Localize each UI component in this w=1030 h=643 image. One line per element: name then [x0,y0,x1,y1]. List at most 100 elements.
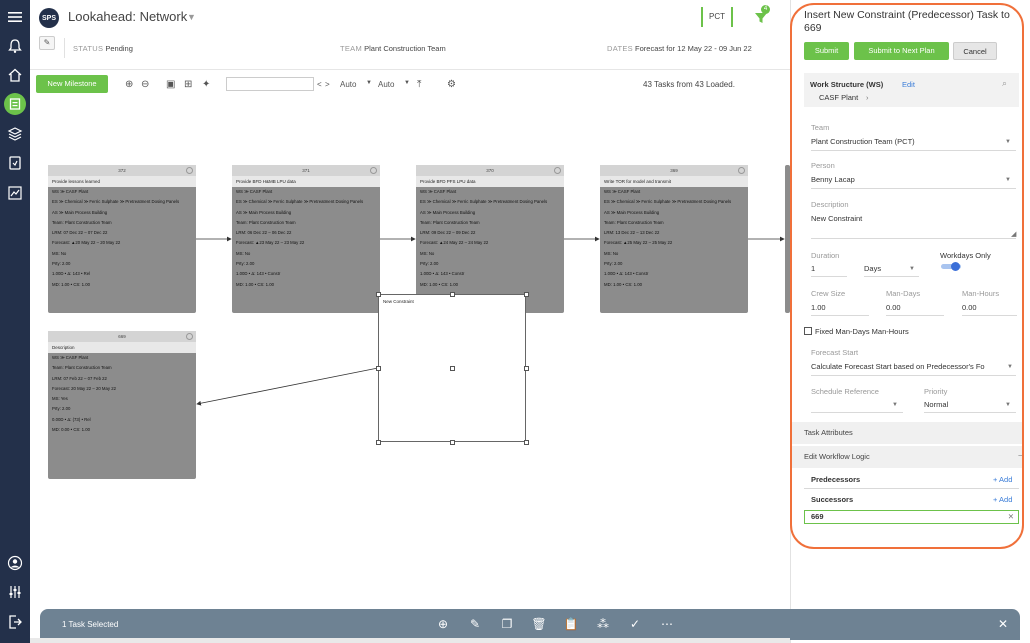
man-hours-input[interactable]: 0.00 [962,303,977,312]
trash-icon[interactable]: 🗑 [531,616,547,632]
resize-handle[interactable] [450,366,455,371]
fit-screen-icon[interactable]: ▣ [166,79,175,90]
chevron-down-icon[interactable]: ▼ [187,12,196,22]
resize-handle[interactable] [450,440,455,445]
user-icon[interactable] [5,553,25,573]
resize-grip-icon[interactable]: ◢ [1011,230,1016,238]
network-canvas[interactable]: 372 Provide lessons learned WS ≫ CASF Plan… [30,100,790,610]
resize-handle[interactable] [376,366,381,371]
person-select[interactable]: Benny Lacap [811,175,855,184]
team-select[interactable]: Plant Construction Team (PCT) [811,137,915,146]
forecast-start-select[interactable]: Calculate Forecast Start based on Predec… [811,362,1003,371]
pencil-icon[interactable]: ✎ [467,616,483,632]
task-card[interactable]: 372 Provide lessons learned WS ≫ CASF Plan… [48,165,196,313]
logout-icon[interactable] [5,612,25,632]
resize-handle[interactable] [450,292,455,297]
fixed-checkbox[interactable] [804,327,812,335]
resize-handle[interactable] [524,440,529,445]
duration-unit-select[interactable]: Days [864,264,881,273]
horizontal-scrollbar[interactable] [30,638,790,643]
task-card[interactable]: 370 Provide BFD PFS LPU data WS ≫ CASF Pla… [416,165,564,313]
crew-size-input[interactable]: 1.00 [811,303,826,312]
close-icon[interactable] [186,333,193,340]
cancel-button[interactable]: Cancel [953,42,997,60]
zoom-in-icon[interactable]: ⊕ [125,79,133,90]
sparkle-icon[interactable]: ✦ [202,79,210,90]
team-code-button[interactable]: PCT [701,7,733,27]
chevron-down-icon[interactable]: ▼ [366,80,372,86]
zoom-out-icon[interactable]: ⊖ [141,79,149,90]
resize-handle[interactable] [524,292,529,297]
new-milestone-button[interactable]: New Milestone [36,75,108,93]
nav-prev-button[interactable]: < [317,80,322,89]
chevron-down-icon[interactable]: ▼ [1005,139,1011,145]
task-card-line: MD: 1.00 • CS: 1.00 [420,281,459,287]
gear-icon[interactable]: ⚙ [447,79,456,90]
submit-next-plan-button[interactable]: Submit to Next Plan [854,42,949,60]
network-icon[interactable]: ⁂ [595,616,611,632]
copy-icon[interactable]: ❐ [499,616,515,632]
man-days-input[interactable]: 0.00 [886,303,901,312]
description-textarea[interactable]: New Constraint [811,214,862,223]
successor-input[interactable]: 669 ✕ [804,510,1019,524]
duration-input[interactable]: 1 [811,264,815,273]
add-predecessor-link[interactable]: + Add [993,475,1012,484]
panel-title: Insert New Constraint (Predecessor) Task… [804,9,1010,34]
ws-edit-link[interactable]: Edit [902,80,915,89]
task-card[interactable]: 369 Write TOR for model and transmit WS ≫ … [600,165,748,313]
chevron-right-icon[interactable]: › [866,93,869,102]
submit-button[interactable]: Submit [804,42,849,60]
hamburger-menu-icon[interactable] [5,7,25,27]
close-icon[interactable]: ✕ [995,616,1011,632]
task-card[interactable]: 669 Description WS ≫ CASF Plant Team: Plant… [48,331,196,479]
check-circle-icon[interactable]: ✓ [627,616,643,632]
chevron-down-icon[interactable]: ▼ [909,266,915,272]
collapse-minus-icon[interactable]: − [1018,451,1022,460]
close-icon[interactable] [554,167,561,174]
team-label: Team [811,123,830,132]
resize-handle[interactable] [376,440,381,445]
layers-icon[interactable] [5,124,25,144]
close-icon[interactable]: ✕ [1008,511,1014,523]
search-icon[interactable]: ⌕ [1002,78,1007,89]
resize-handle[interactable] [376,292,381,297]
add-successor-link[interactable]: + Add [993,495,1012,504]
task-card-line: Team: Plant Construction Team [420,219,480,225]
sliders-icon[interactable] [5,582,25,602]
search-input[interactable] [226,77,314,91]
task-card-title: Provide BFD PFS LPU data [416,176,564,187]
auto-select-1[interactable]: Auto [340,80,356,89]
chevron-down-icon[interactable]: ▼ [404,80,410,86]
task-card-line: MD: 1.00 • CS: 1.00 [236,281,275,287]
chart-icon[interactable] [5,183,25,203]
close-icon[interactable] [370,167,377,174]
workdays-toggle[interactable] [941,262,961,271]
close-icon[interactable] [738,167,745,174]
home-icon[interactable] [5,65,25,85]
document-icon[interactable] [5,153,25,173]
chevron-down-icon[interactable]: ▼ [1005,402,1011,408]
status-key: STATUS [73,44,104,53]
page-title[interactable]: Lookahead: Network [68,9,187,24]
chevron-down-icon[interactable]: ▼ [1005,177,1011,183]
bell-icon[interactable] [5,36,25,56]
layout-network-icon[interactable]: ⊞ [184,79,192,90]
task-attributes-section[interactable]: Task Attributes [791,422,1024,444]
chevron-down-icon[interactable]: ▼ [1007,364,1013,370]
more-icon[interactable]: ⋯ [659,616,675,632]
man-hours-label: Man-Hours [962,289,1000,298]
edit-pencil-button[interactable]: ✎ [39,36,55,50]
auto-select-2[interactable]: Auto [378,80,394,89]
edit-workflow-logic-section[interactable]: Edit Workflow Logic [791,446,1024,468]
add-circle-icon[interactable]: ⊕ [435,616,451,632]
nav-next-button[interactable]: > [325,80,330,89]
lookahead-icon[interactable] [4,93,26,115]
clipboard-icon[interactable]: 📋 [563,616,579,632]
upload-icon[interactable]: ⤒ [417,79,421,90]
priority-select[interactable]: Normal [924,400,948,409]
task-card[interactable]: 371 Provide BFD H&MB LPU data WS ≫ CASF Pl… [232,165,380,313]
resize-handle[interactable] [524,366,529,371]
close-icon[interactable] [186,167,193,174]
task-card-line: AS ≫ Main Process Building [420,209,476,215]
chevron-down-icon[interactable]: ▼ [892,402,898,408]
